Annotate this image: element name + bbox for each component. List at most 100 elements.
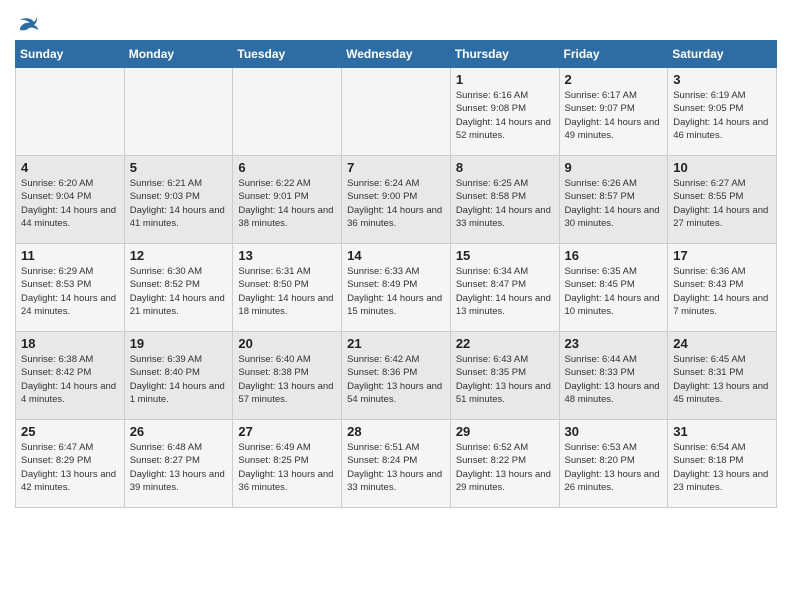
day-number: 21 — [347, 336, 445, 351]
day-info: Sunrise: 6:27 AMSunset: 8:55 PMDaylight:… — [673, 177, 771, 230]
logo — [15, 14, 38, 32]
calendar-cell: 7 Sunrise: 6:24 AMSunset: 9:00 PMDaylight… — [342, 156, 451, 244]
day-number: 3 — [673, 72, 771, 87]
day-info: Sunrise: 6:31 AMSunset: 8:50 PMDaylight:… — [238, 265, 336, 318]
day-info: Sunrise: 6:25 AMSunset: 8:58 PMDaylight:… — [456, 177, 554, 230]
day-info: Sunrise: 6:49 AMSunset: 8:25 PMDaylight:… — [238, 441, 336, 494]
day-info: Sunrise: 6:40 AMSunset: 8:38 PMDaylight:… — [238, 353, 336, 406]
day-info: Sunrise: 6:22 AMSunset: 9:01 PMDaylight:… — [238, 177, 336, 230]
day-number: 25 — [21, 424, 119, 439]
day-number: 29 — [456, 424, 554, 439]
calendar-cell: 1Sunrise: 6:16 AMSunset: 9:08 PMDaylight… — [450, 68, 559, 156]
day-of-week-header: Friday — [559, 41, 668, 68]
day-number: 26 — [130, 424, 228, 439]
day-info: Sunrise: 6:43 AMSunset: 8:35 PMDaylight:… — [456, 353, 554, 406]
calendar-week-row: 18Sunrise: 6:38 AMSunset: 8:42 PMDayligh… — [16, 332, 777, 420]
day-info: Sunrise: 6:52 AMSunset: 8:22 PMDaylight:… — [456, 441, 554, 494]
day-number: 2 — [565, 72, 663, 87]
calendar-cell: 23 Sunrise: 6:44 AMSunset: 8:33 PMDayligh… — [559, 332, 668, 420]
day-info: Sunrise: 6:20 AMSunset: 9:04 PMDaylight:… — [21, 177, 119, 230]
calendar-cell: 27 Sunrise: 6:49 AMSunset: 8:25 PMDayligh… — [233, 420, 342, 508]
calendar-cell: 8Sunrise: 6:25 AMSunset: 8:58 PMDaylight… — [450, 156, 559, 244]
day-number: 20 — [238, 336, 336, 351]
calendar-cell: 12 Sunrise: 6:30 AMSunset: 8:52 PMDayligh… — [124, 244, 233, 332]
calendar-cell: 24Sunrise: 6:45 AMSunset: 8:31 PMDayligh… — [668, 332, 777, 420]
day-number: 22 — [456, 336, 554, 351]
day-info: Sunrise: 6:42 AMSunset: 8:36 PMDaylight:… — [347, 353, 445, 406]
day-info: Sunrise: 6:30 AMSunset: 8:52 PMDaylight:… — [130, 265, 228, 318]
day-info: Sunrise: 6:35 AMSunset: 8:45 PMDaylight:… — [565, 265, 663, 318]
day-info: Sunrise: 6:17 AMSunset: 9:07 PMDaylight:… — [565, 89, 663, 142]
day-of-week-header: Sunday — [16, 41, 125, 68]
day-number: 14 — [347, 248, 445, 263]
calendar-week-row: 11Sunrise: 6:29 AMSunset: 8:53 PMDayligh… — [16, 244, 777, 332]
calendar-week-row: 1Sunrise: 6:16 AMSunset: 9:08 PMDaylight… — [16, 68, 777, 156]
day-number: 1 — [456, 72, 554, 87]
calendar-cell: 5 Sunrise: 6:21 AMSunset: 9:03 PMDaylight… — [124, 156, 233, 244]
day-number: 5 — [130, 160, 228, 175]
day-number: 27 — [238, 424, 336, 439]
day-info: Sunrise: 6:34 AMSunset: 8:47 PMDaylight:… — [456, 265, 554, 318]
day-info: Sunrise: 6:51 AMSunset: 8:24 PMDaylight:… — [347, 441, 445, 494]
day-number: 11 — [21, 248, 119, 263]
day-info: Sunrise: 6:53 AMSunset: 8:20 PMDaylight:… — [565, 441, 663, 494]
calendar-cell — [124, 68, 233, 156]
calendar-cell: 22 Sunrise: 6:43 AMSunset: 8:35 PMDayligh… — [450, 332, 559, 420]
calendar-cell: 30 Sunrise: 6:53 AMSunset: 8:20 PMDayligh… — [559, 420, 668, 508]
day-number: 15 — [456, 248, 554, 263]
calendar-cell — [16, 68, 125, 156]
day-number: 4 — [21, 160, 119, 175]
day-number: 31 — [673, 424, 771, 439]
day-of-week-header: Tuesday — [233, 41, 342, 68]
calendar-cell: 15 Sunrise: 6:34 AMSunset: 8:47 PMDayligh… — [450, 244, 559, 332]
day-number: 16 — [565, 248, 663, 263]
calendar-cell: 31Sunrise: 6:54 AMSunset: 8:18 PMDayligh… — [668, 420, 777, 508]
calendar-cell: 26 Sunrise: 6:48 AMSunset: 8:27 PMDayligh… — [124, 420, 233, 508]
day-info: Sunrise: 6:38 AMSunset: 8:42 PMDaylight:… — [21, 353, 119, 406]
day-info: Sunrise: 6:24 AMSunset: 9:00 PMDaylight:… — [347, 177, 445, 230]
day-number: 17 — [673, 248, 771, 263]
calendar-cell: 10Sunrise: 6:27 AMSunset: 8:55 PMDayligh… — [668, 156, 777, 244]
day-of-week-header: Wednesday — [342, 41, 451, 68]
day-of-week-header: Thursday — [450, 41, 559, 68]
calendar-cell: 25 Sunrise: 6:47 AMSunset: 8:29 PMDayligh… — [16, 420, 125, 508]
day-number: 23 — [565, 336, 663, 351]
day-info: Sunrise: 6:48 AMSunset: 8:27 PMDaylight:… — [130, 441, 228, 494]
day-number: 6 — [238, 160, 336, 175]
day-of-week-header: Saturday — [668, 41, 777, 68]
calendar-cell: 2 Sunrise: 6:17 AMSunset: 9:07 PMDaylight… — [559, 68, 668, 156]
day-number: 30 — [565, 424, 663, 439]
day-info: Sunrise: 6:36 AMSunset: 8:43 PMDaylight:… — [673, 265, 771, 318]
day-info: Sunrise: 6:21 AMSunset: 9:03 PMDaylight:… — [130, 177, 228, 230]
calendar-cell: 14 Sunrise: 6:33 AMSunset: 8:49 PMDayligh… — [342, 244, 451, 332]
day-of-week-header: Monday — [124, 41, 233, 68]
page-header — [15, 10, 777, 32]
calendar-week-row: 25 Sunrise: 6:47 AMSunset: 8:29 PMDayligh… — [16, 420, 777, 508]
calendar-cell: 20 Sunrise: 6:40 AMSunset: 8:38 PMDayligh… — [233, 332, 342, 420]
calendar-cell: 13Sunrise: 6:31 AMSunset: 8:50 PMDayligh… — [233, 244, 342, 332]
day-info: Sunrise: 6:26 AMSunset: 8:57 PMDaylight:… — [565, 177, 663, 230]
calendar-cell: 9 Sunrise: 6:26 AMSunset: 8:57 PMDaylight… — [559, 156, 668, 244]
calendar-cell: 29 Sunrise: 6:52 AMSunset: 8:22 PMDayligh… — [450, 420, 559, 508]
calendar-cell: 17 Sunrise: 6:36 AMSunset: 8:43 PMDayligh… — [668, 244, 777, 332]
calendar-week-row: 4 Sunrise: 6:20 AMSunset: 9:04 PMDaylight… — [16, 156, 777, 244]
calendar-cell: 21 Sunrise: 6:42 AMSunset: 8:36 PMDayligh… — [342, 332, 451, 420]
calendar-cell — [233, 68, 342, 156]
calendar-cell: 19Sunrise: 6:39 AMSunset: 8:40 PMDayligh… — [124, 332, 233, 420]
day-number: 28 — [347, 424, 445, 439]
calendar-cell: 16 Sunrise: 6:35 AMSunset: 8:45 PMDayligh… — [559, 244, 668, 332]
day-number: 19 — [130, 336, 228, 351]
day-number: 12 — [130, 248, 228, 263]
day-number: 9 — [565, 160, 663, 175]
day-info: Sunrise: 6:47 AMSunset: 8:29 PMDaylight:… — [21, 441, 119, 494]
day-number: 7 — [347, 160, 445, 175]
day-info: Sunrise: 6:33 AMSunset: 8:49 PMDaylight:… — [347, 265, 445, 318]
day-info: Sunrise: 6:19 AMSunset: 9:05 PMDaylight:… — [673, 89, 771, 142]
logo-bird-icon — [18, 14, 38, 32]
day-info: Sunrise: 6:44 AMSunset: 8:33 PMDaylight:… — [565, 353, 663, 406]
calendar-cell: 11Sunrise: 6:29 AMSunset: 8:53 PMDayligh… — [16, 244, 125, 332]
calendar-cell: 6 Sunrise: 6:22 AMSunset: 9:01 PMDaylight… — [233, 156, 342, 244]
calendar-cell — [342, 68, 451, 156]
header-row: SundayMondayTuesdayWednesdayThursdayFrid… — [16, 41, 777, 68]
calendar-cell: 28 Sunrise: 6:51 AMSunset: 8:24 PMDayligh… — [342, 420, 451, 508]
